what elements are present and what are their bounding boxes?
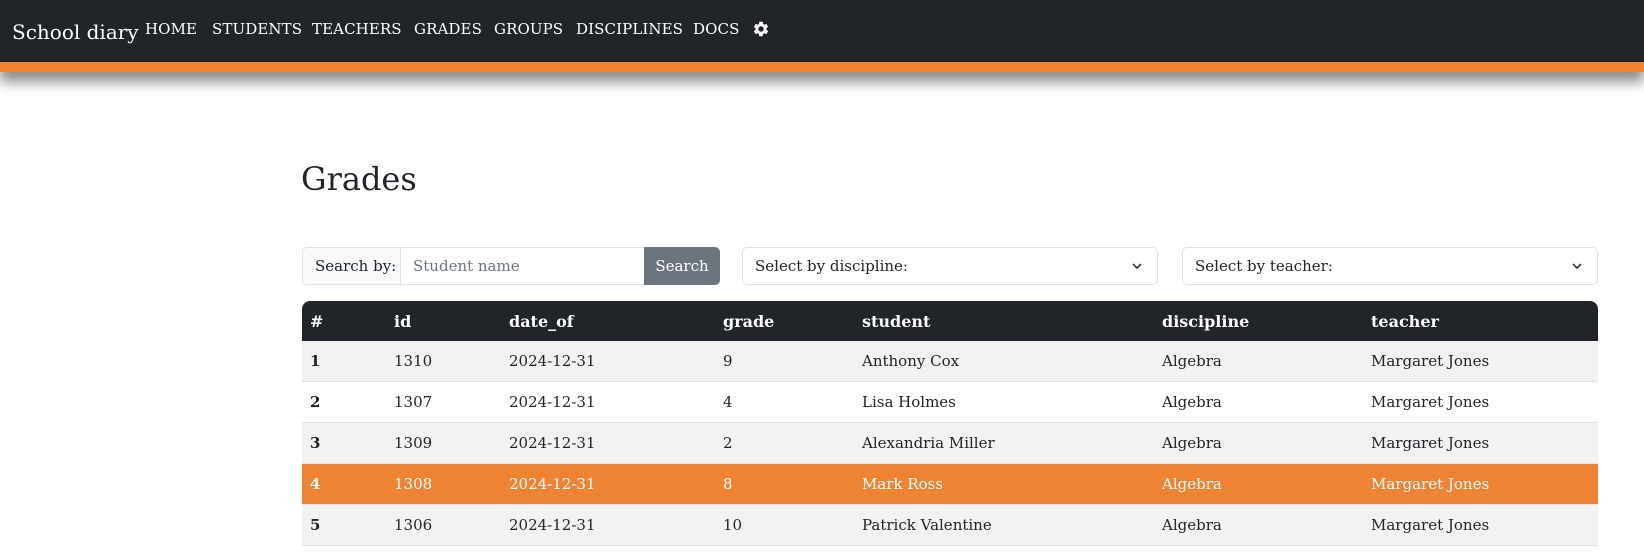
cell-id: 1306 [386, 504, 501, 546]
table-header-row: # id date_of grade student discipline te… [302, 301, 1598, 341]
cell-student: Lisa Holmes [854, 381, 1154, 423]
navbar: School diary HOME STUDENTS TEACHERS GRAD… [0, 0, 1644, 72]
discipline-select-label: Select by discipline: [755, 257, 908, 275]
nav-grades[interactable]: GRADES [414, 20, 482, 38]
discipline-select[interactable]: Select by discipline: [742, 247, 1158, 285]
nav-students[interactable]: STUDENTS [212, 20, 302, 38]
cell-discipline: Algebra [1154, 381, 1363, 423]
table-row[interactable]: 3 1309 2024-12-31 2 Alexandria Miller Al… [302, 422, 1598, 464]
column-header-id[interactable]: id [386, 301, 501, 341]
cell-number: 4 [302, 463, 386, 505]
column-header-teacher[interactable]: teacher [1363, 301, 1598, 341]
cell-date-of: 2024-12-31 [501, 381, 715, 423]
cell-student: Anthony Cox [854, 341, 1154, 382]
cell-teacher: Margaret Jones [1363, 463, 1598, 505]
gear-icon[interactable] [752, 20, 770, 38]
chevron-down-icon [1132, 263, 1142, 270]
cell-teacher: Margaret Jones [1363, 381, 1598, 423]
search-input[interactable] [400, 247, 658, 285]
column-header-date-of[interactable]: date_of [501, 301, 715, 341]
cell-grade: 10 [715, 504, 854, 546]
cell-grade: 4 [715, 381, 854, 423]
page-title: Grades [301, 160, 417, 198]
cell-discipline: Algebra [1154, 422, 1363, 464]
cell-discipline: Algebra [1154, 341, 1363, 382]
cell-date-of: 2024-12-31 [501, 463, 715, 505]
column-header-student[interactable]: student [854, 301, 1154, 341]
column-header-grade[interactable]: grade [715, 301, 854, 341]
teacher-select-label: Select by teacher: [1195, 257, 1333, 275]
cell-grade: 2 [715, 422, 854, 464]
cell-date-of: 2024-12-31 [501, 341, 715, 382]
search-button[interactable]: Search [644, 247, 720, 285]
nav-teachers[interactable]: TEACHERS [312, 20, 402, 38]
cell-discipline: Algebra [1154, 504, 1363, 546]
brand-link[interactable]: School diary [12, 20, 139, 44]
cell-student: Alexandria Miller [854, 422, 1154, 464]
cell-date-of: 2024-12-31 [501, 504, 715, 546]
table-row[interactable]: 2 1307 2024-12-31 4 Lisa Holmes Algebra … [302, 381, 1598, 423]
cell-number: 5 [302, 504, 386, 546]
nav-docs[interactable]: DOCS [693, 20, 739, 38]
cell-teacher: Margaret Jones [1363, 341, 1598, 382]
table-row-highlighted[interactable]: 4 1308 2024-12-31 8 Mark Ross Algebra Ma… [302, 463, 1598, 505]
cell-id: 1308 [386, 463, 501, 505]
table-row[interactable]: 1 1310 2024-12-31 9 Anthony Cox Algebra … [302, 341, 1598, 382]
column-header-discipline[interactable]: discipline [1154, 301, 1363, 341]
cell-number: 3 [302, 422, 386, 464]
grades-table: # id date_of grade student discipline te… [302, 301, 1598, 546]
nav-home[interactable]: HOME [145, 20, 197, 38]
cell-grade: 9 [715, 341, 854, 382]
cell-number: 2 [302, 381, 386, 423]
cell-grade: 8 [715, 463, 854, 505]
cell-id: 1309 [386, 422, 501, 464]
cell-id: 1310 [386, 341, 501, 382]
cell-student: Patrick Valentine [854, 504, 1154, 546]
search-group: Search by: Search [302, 247, 720, 285]
cell-date-of: 2024-12-31 [501, 422, 715, 464]
nav-disciplines[interactable]: DISCIPLINES [576, 20, 683, 38]
cell-id: 1307 [386, 381, 501, 423]
cell-number: 1 [302, 341, 386, 382]
teacher-select[interactable]: Select by teacher: [1182, 247, 1598, 285]
search-by-label: Search by: [302, 247, 400, 285]
column-header-number[interactable]: # [302, 301, 386, 341]
table-row[interactable]: 5 1306 2024-12-31 10 Patrick Valentine A… [302, 504, 1598, 546]
nav-groups[interactable]: GROUPS [494, 20, 563, 38]
cell-discipline: Algebra [1154, 463, 1363, 505]
chevron-down-icon [1572, 263, 1582, 270]
cell-teacher: Margaret Jones [1363, 504, 1598, 546]
cell-student: Mark Ross [854, 463, 1154, 505]
cell-teacher: Margaret Jones [1363, 422, 1598, 464]
